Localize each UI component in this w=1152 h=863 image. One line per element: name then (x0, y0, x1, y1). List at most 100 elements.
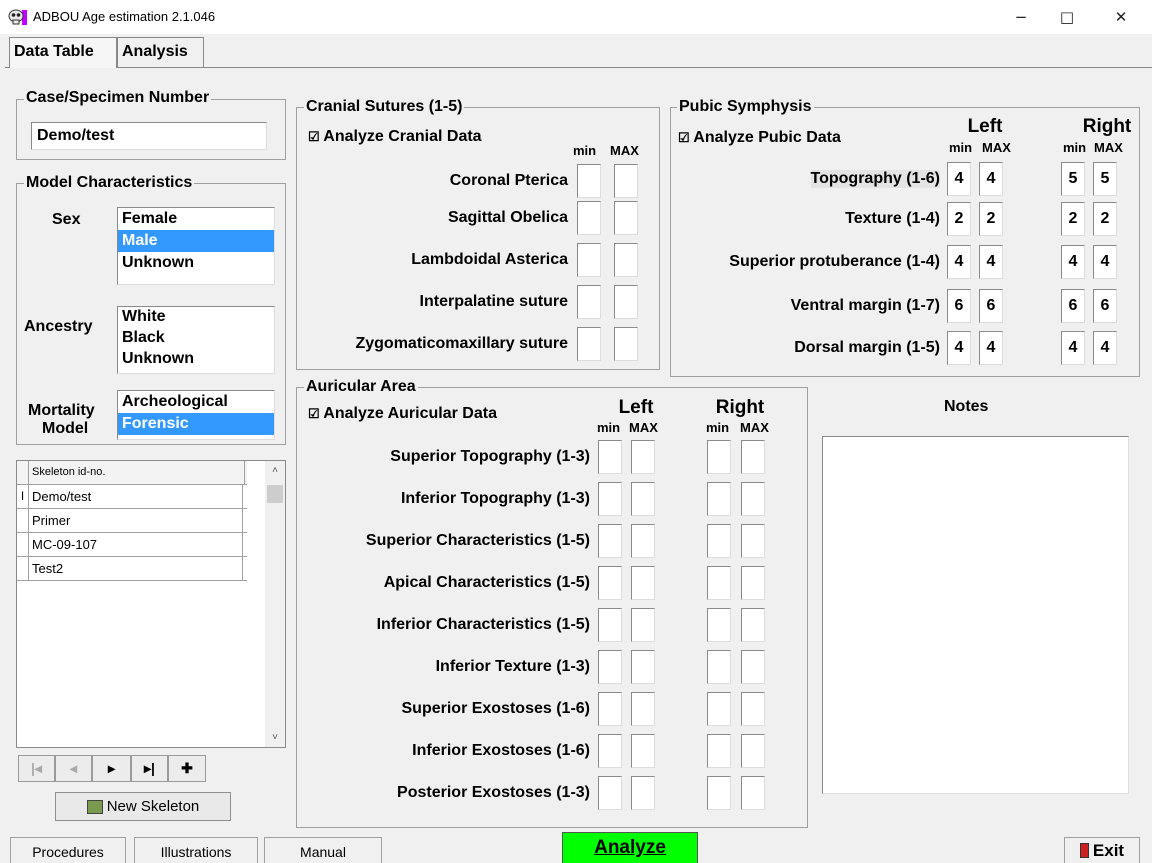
pubic-left-max-input[interactable]: 2 (979, 202, 1003, 236)
auricular-left-max-input[interactable] (631, 608, 655, 642)
auricular-left-max-input[interactable] (631, 566, 655, 600)
mortality-option-forensic[interactable]: Forensic (118, 413, 274, 435)
table-row[interactable]: MC-09-107 (17, 533, 247, 557)
auricular-right-min-input[interactable] (707, 524, 731, 558)
cranial-max-input[interactable] (614, 201, 638, 235)
nav-add-button[interactable]: ✚ (168, 755, 206, 782)
pubic-right-min-input[interactable]: 6 (1061, 289, 1085, 323)
auricular-right-min-input[interactable] (707, 776, 731, 810)
pubic-left-min-input[interactable]: 4 (947, 162, 971, 196)
auricular-left-max-input[interactable] (631, 482, 655, 516)
skeleton-grid[interactable]: Skeleton id-no. I Demo/test Primer MC-09… (16, 460, 286, 748)
nav-next-button[interactable]: ▸ (92, 755, 131, 782)
auricular-left-min-input[interactable] (598, 566, 622, 600)
mortality-option-archeological[interactable]: Archeological (118, 391, 274, 413)
auricular-right-max-input[interactable] (741, 734, 765, 768)
new-skeleton-button[interactable]: New Skeleton (55, 792, 231, 821)
maximize-button[interactable]: □ (1044, 0, 1090, 34)
auricular-right-min-input[interactable] (707, 650, 731, 684)
table-cell[interactable]: Test2 (29, 557, 243, 580)
pubic-right-min-input[interactable]: 4 (1061, 245, 1085, 279)
ancestry-option-black[interactable]: Black (118, 328, 274, 349)
cranial-min-input[interactable] (577, 285, 601, 319)
auricular-left-min-input[interactable] (598, 524, 622, 558)
pubic-left-max-input[interactable]: 4 (979, 162, 1003, 196)
sex-listbox[interactable]: Female Male Unknown (117, 207, 275, 285)
pubic-left-max-input[interactable]: 6 (979, 289, 1003, 323)
auricular-analyze-checkbox[interactable]: ☑ Analyze Auricular Data (308, 405, 497, 423)
pubic-right-max-input[interactable]: 6 (1093, 289, 1117, 323)
pubic-right-min-input[interactable]: 5 (1061, 162, 1085, 196)
auricular-right-max-input[interactable] (741, 566, 765, 600)
auricular-right-min-input[interactable] (707, 608, 731, 642)
minimize-button[interactable]: − (998, 0, 1044, 34)
ancestry-option-white[interactable]: White (118, 307, 274, 328)
auricular-left-max-input[interactable] (631, 650, 655, 684)
nav-prev-button[interactable]: ◂ (55, 755, 92, 782)
auricular-left-min-input[interactable] (598, 650, 622, 684)
mortality-listbox[interactable]: Archeological Forensic (117, 390, 275, 440)
auricular-right-max-input[interactable] (741, 608, 765, 642)
auricular-left-min-input[interactable] (598, 608, 622, 642)
pubic-right-max-input[interactable]: 2 (1093, 202, 1117, 236)
pubic-left-min-input[interactable]: 4 (947, 245, 971, 279)
pubic-left-min-input[interactable]: 2 (947, 202, 971, 236)
ancestry-listbox[interactable]: White Black Unknown (117, 306, 275, 374)
pubic-right-max-input[interactable]: 4 (1093, 245, 1117, 279)
cranial-min-input[interactable] (577, 164, 601, 198)
pubic-right-max-input[interactable]: 5 (1093, 162, 1117, 196)
cranial-min-input[interactable] (577, 201, 601, 235)
table-row[interactable]: I Demo/test (17, 485, 247, 509)
pubic-left-min-input[interactable]: 6 (947, 289, 971, 323)
ancestry-option-unknown[interactable]: Unknown (118, 349, 274, 370)
illustrations-button[interactable]: Illustrations (134, 837, 258, 863)
auricular-left-max-input[interactable] (631, 734, 655, 768)
pubic-left-min-input[interactable]: 4 (947, 331, 971, 365)
cranial-analyze-checkbox[interactable]: ☑ Analyze Cranial Data (308, 128, 482, 146)
cranial-max-input[interactable] (614, 327, 638, 361)
auricular-right-max-input[interactable] (741, 650, 765, 684)
auricular-left-min-input[interactable] (598, 776, 622, 810)
procedures-button[interactable]: Procedures (10, 837, 126, 863)
close-button[interactable]: ✕ (1098, 0, 1144, 34)
auricular-right-min-input[interactable] (707, 566, 731, 600)
analyze-button[interactable]: Analyze (562, 832, 698, 863)
pubic-left-max-input[interactable]: 4 (979, 245, 1003, 279)
scroll-up-icon[interactable]: ˄ (265, 465, 285, 476)
grid-scrollbar[interactable]: ˄ ˅ (265, 461, 285, 747)
auricular-right-max-input[interactable] (741, 776, 765, 810)
auricular-right-max-input[interactable] (741, 692, 765, 726)
auricular-left-max-input[interactable] (631, 692, 655, 726)
auricular-right-min-input[interactable] (707, 440, 731, 474)
manual-button[interactable]: Manual (264, 837, 382, 863)
pubic-right-max-input[interactable]: 4 (1093, 331, 1117, 365)
tab-analysis[interactable]: Analysis (117, 37, 204, 67)
cranial-min-input[interactable] (577, 243, 601, 277)
pubic-right-min-input[interactable]: 4 (1061, 331, 1085, 365)
auricular-left-min-input[interactable] (598, 692, 622, 726)
auricular-left-min-input[interactable] (598, 734, 622, 768)
sex-option-unknown[interactable]: Unknown (118, 252, 274, 274)
scroll-thumb[interactable] (267, 485, 283, 503)
auricular-right-min-input[interactable] (707, 734, 731, 768)
auricular-right-max-input[interactable] (741, 440, 765, 474)
notes-textarea[interactable] (822, 436, 1129, 794)
table-cell[interactable]: MC-09-107 (29, 533, 243, 556)
pubic-analyze-checkbox[interactable]: ☑ Analyze Pubic Data (678, 129, 841, 147)
sex-option-male[interactable]: Male (118, 230, 274, 252)
nav-last-button[interactable]: ▸| (131, 755, 168, 782)
cranial-max-input[interactable] (614, 285, 638, 319)
auricular-left-min-input[interactable] (598, 482, 622, 516)
auricular-left-max-input[interactable] (631, 440, 655, 474)
nav-first-button[interactable]: |◂ (18, 755, 55, 782)
table-row[interactable]: Primer (17, 509, 247, 533)
pubic-right-min-input[interactable]: 2 (1061, 202, 1085, 236)
auricular-right-max-input[interactable] (741, 524, 765, 558)
pubic-left-max-input[interactable]: 4 (979, 331, 1003, 365)
table-cell[interactable]: Primer (29, 509, 243, 532)
cranial-max-input[interactable] (614, 243, 638, 277)
auricular-left-max-input[interactable] (631, 776, 655, 810)
sex-option-female[interactable]: Female (118, 208, 274, 230)
cranial-max-input[interactable] (614, 164, 638, 198)
scroll-down-icon[interactable]: ˅ (265, 732, 285, 743)
